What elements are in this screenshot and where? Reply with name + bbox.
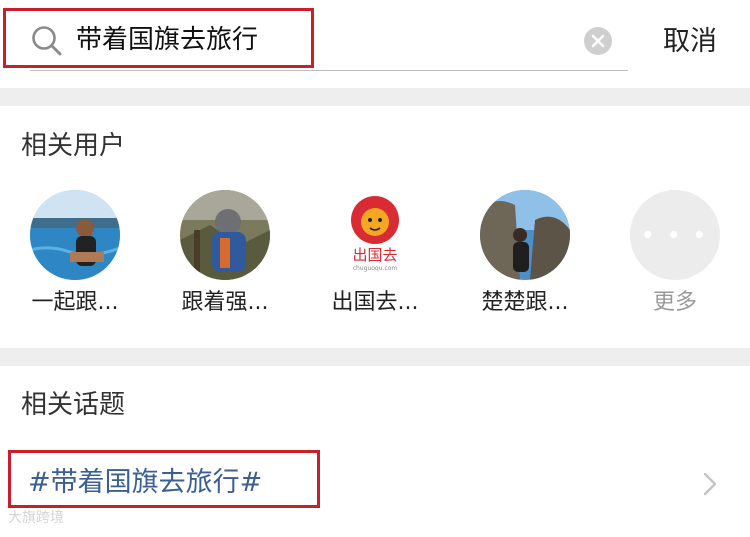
user-name: 跟着强... — [181, 290, 269, 315]
topic-item[interactable]: #带着国旗去旅行# — [0, 448, 750, 518]
cancel-button[interactable]: 取消 — [650, 22, 730, 62]
section-divider — [0, 348, 750, 366]
user-item[interactable]: 楚楚跟... — [455, 190, 595, 325]
clear-search-icon[interactable] — [584, 27, 612, 55]
chevron-right-icon — [703, 472, 717, 496]
search-icon — [32, 26, 62, 56]
related-topics-title: 相关话题 — [21, 390, 126, 420]
search-bar: 取消 — [0, 0, 750, 88]
user-item[interactable]: 跟着强... — [155, 190, 295, 325]
user-name: 出国去... — [331, 290, 419, 315]
avatar-rock-photo — [480, 190, 570, 280]
lion-logo-subtext: chuguoqu.com — [353, 265, 398, 272]
search-field[interactable] — [30, 12, 628, 71]
search-input[interactable] — [76, 18, 576, 62]
user-name: 一起跟... — [31, 290, 119, 315]
topic-label: #带着国旗去旅行# — [28, 467, 263, 498]
user-name: 楚楚跟... — [481, 290, 569, 315]
more-users-button[interactable]: • • • 更多 — [605, 190, 745, 325]
avatar-lion-logo: 出国去 chuguoqu.com — [330, 190, 420, 280]
more-icon: • • • — [630, 190, 720, 280]
avatar-hiker-photo — [180, 190, 270, 280]
watermark: 大旗跨境 — [8, 510, 64, 526]
user-item[interactable]: 出国去 chuguoqu.com 出国去... — [305, 190, 445, 325]
user-item[interactable]: 一起跟... — [5, 190, 145, 325]
more-label: 更多 — [652, 290, 697, 315]
related-users-title: 相关用户 — [21, 131, 126, 161]
search-results-page: 取消 相关用户 一起跟... — [0, 0, 750, 537]
section-divider — [0, 88, 750, 106]
lion-logo-text: 出国去 — [352, 246, 397, 264]
avatar-beach-photo — [30, 190, 120, 280]
